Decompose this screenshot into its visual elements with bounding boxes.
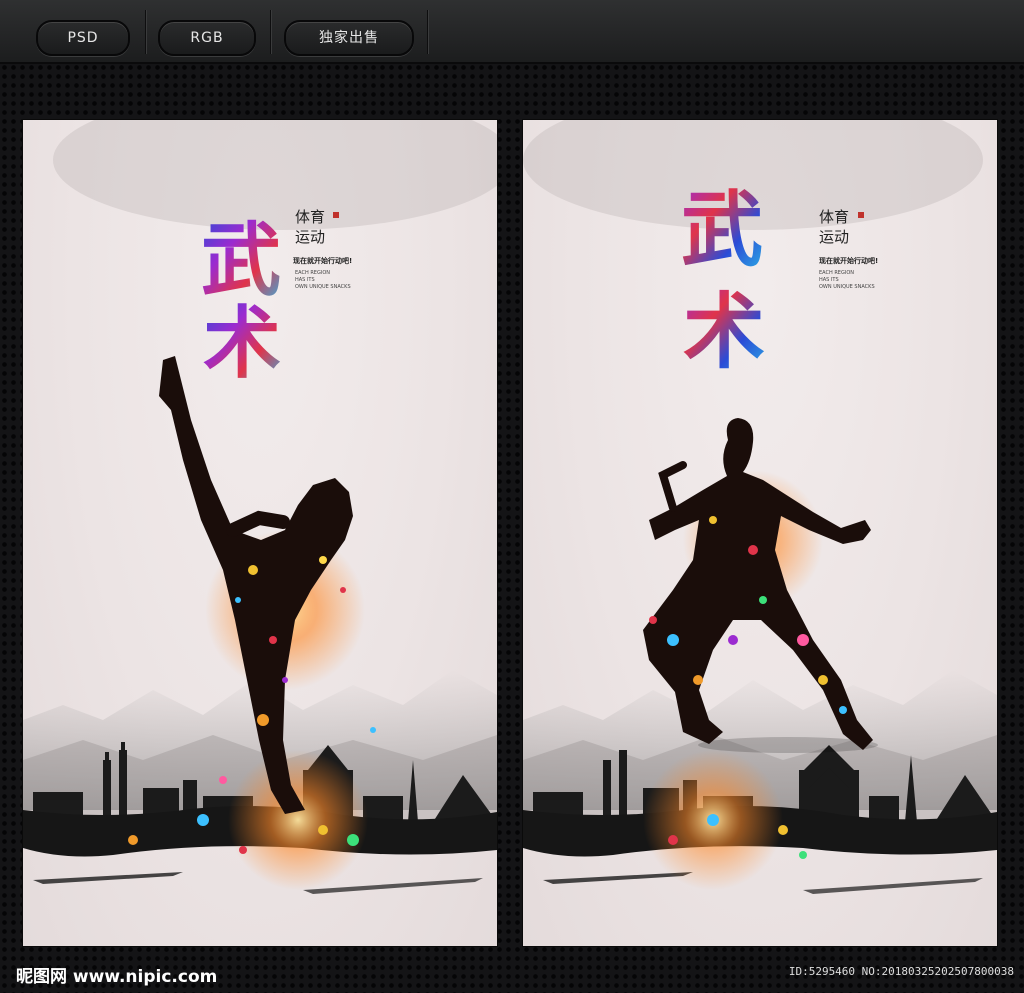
title-char-shu: 术 [683,285,765,380]
red-seal [858,212,864,218]
red-seal [333,212,339,218]
english-caption: EACH REGION HAS ITS OWN UNIQUE SNACKS [295,270,351,290]
subtitle-line-2: 运动 [819,228,850,246]
title-char-wu: 武 [201,214,281,307]
nipic-logo-icon[interactable]: 昵图网 www.nipic.com [16,962,217,987]
slogan: 现在就开始行动吧! [819,257,879,265]
slogan: 现在就开始行动吧! [293,257,353,265]
toolbar-divider [270,10,271,54]
title-char-shu: 术 [203,299,281,389]
poster-kick[interactable]: 武 术 体育 运动 现在就开始行动吧! EACH REGION HAS ITS … [23,120,497,946]
poster-stance[interactable]: 武 术 体育 运动 现在就开始行动吧! EACH REGION HAS ITS … [523,120,997,946]
subtitle-line-2: 运动 [295,228,326,246]
poster-stance-artwork: 武 术 [523,120,997,894]
rgb-button[interactable]: RGB [158,20,256,56]
psd-button[interactable]: PSD [36,20,130,56]
exclusive-sale-button[interactable]: 独家出售 [284,20,414,56]
subtitle-line-1: 体育 [295,208,326,226]
title-char-wu: 武 [681,183,763,278]
toolbar-divider [145,10,146,54]
energy-glow-base [228,750,368,890]
poster-kick-artwork: 武 术 [23,120,497,894]
image-id: ID:5295460 NO:20180325202507800038 [788,965,1014,978]
toolbar-divider [427,10,428,54]
subtitle-line-1: 体育 [819,208,850,226]
top-toolbar: PSD RGB 独家出售 [0,0,1024,64]
english-caption: EACH REGION HAS ITS OWN UNIQUE SNACKS [819,270,875,290]
